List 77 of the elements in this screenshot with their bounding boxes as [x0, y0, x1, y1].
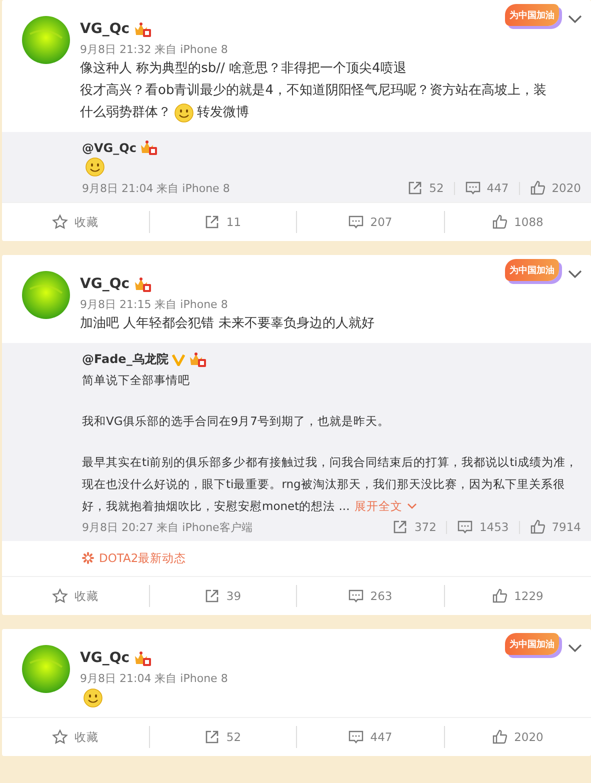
- repost-count[interactable]: 372: [392, 519, 436, 535]
- post-time: 9月8日 21:04 来自 iPhone 8: [80, 671, 229, 686]
- event-badge: 为中国加油: [505, 633, 559, 655]
- favorite-button[interactable]: 收藏: [52, 214, 98, 230]
- retweet-author[interactable]: @VG_Qc: [82, 140, 136, 154]
- thumbs-up-icon: [530, 519, 546, 535]
- sparkle-icon: [82, 552, 94, 564]
- comment-icon: [348, 214, 364, 230]
- like-button[interactable]: 2020: [492, 729, 544, 745]
- thumbs-up-icon: [492, 214, 508, 230]
- comment-icon: [348, 729, 364, 745]
- retweet-time: 9月8日 20:27 来自 iPhone客户端: [82, 520, 252, 534]
- chevron-down-icon[interactable]: [567, 643, 583, 653]
- retweet-author[interactable]: @Fade_乌龙院: [82, 351, 168, 368]
- event-badge: 为中国加油: [505, 259, 559, 281]
- author-name[interactable]: VG_Qc: [80, 21, 130, 37]
- comment-icon: [348, 588, 364, 604]
- chevron-down-icon[interactable]: [567, 269, 583, 279]
- comment-count[interactable]: 447: [464, 180, 509, 196]
- smiley-icon: [85, 157, 105, 177]
- post-text: 转发微博: [197, 104, 249, 122]
- comment-icon: [457, 519, 474, 535]
- post-text: 役才高兴？看ob青训最少的就是4，不知道阴阳怪气尼玛呢？资方站在高坡上，装: [80, 82, 546, 100]
- favorite-button[interactable]: 收藏: [52, 588, 98, 604]
- repost-button[interactable]: 39: [204, 588, 242, 604]
- avatar[interactable]: [22, 271, 70, 319]
- star-icon: [52, 214, 68, 230]
- post-text: 现在也没什么好说的，眼下ti最重要。rng被淘汰那天，我们那天没比赛，因为私下里关系很: [82, 476, 565, 492]
- comment-button[interactable]: 207: [348, 214, 392, 230]
- share-icon: [204, 729, 220, 745]
- post-text: 好，我就抱着抽烟吹比，安慰安慰monet的想法 ...: [82, 498, 350, 514]
- event-badge: 为中国加油: [505, 4, 559, 26]
- smiley-icon: [174, 103, 194, 123]
- post-text: 什么弱势群体？: [80, 104, 171, 122]
- post-text: 最早其实在ti前别的俱乐部多少都有接触过我，问我合同结束后的打算，我都说以ti成绩为准，: [82, 454, 578, 470]
- star-icon: [52, 729, 68, 745]
- share-icon: [204, 214, 220, 230]
- thumbs-up-icon: [492, 588, 508, 604]
- expand-link[interactable]: 展开全文: [354, 498, 417, 514]
- like-count[interactable]: 7914: [530, 519, 581, 535]
- like-button[interactable]: 1229: [492, 588, 544, 604]
- post-time: 9月8日 21:32 来自 iPhone 8: [80, 42, 229, 57]
- crown-icon: [189, 352, 206, 367]
- author-name[interactable]: VG_Qc: [80, 276, 130, 292]
- post-text: 简单说下全部事情吧: [82, 372, 190, 388]
- avatar[interactable]: [22, 645, 70, 693]
- post-text: 加油吧 人年轻都会犯错 未来不要辜负身边的人就好: [80, 315, 374, 333]
- crown-icon: [134, 22, 151, 36]
- share-icon: [204, 588, 220, 604]
- avatar[interactable]: [22, 16, 70, 64]
- comment-count[interactable]: 1453: [457, 519, 509, 535]
- comment-icon: [464, 180, 481, 196]
- like-count[interactable]: 2020: [530, 180, 581, 196]
- post-time: 9月8日 21:15 来自 iPhone 8: [80, 297, 229, 312]
- comment-button[interactable]: 447: [348, 729, 392, 745]
- post-text: 像这种人 称为典型的sb// 啥意思？非得把一个顶尖4喷退: [80, 60, 406, 78]
- comment-button[interactable]: 263: [348, 588, 392, 604]
- repost-button[interactable]: 11: [204, 214, 242, 230]
- star-icon: [52, 588, 68, 604]
- crown-icon: [134, 650, 151, 666]
- chevron-down-icon: [406, 502, 417, 510]
- thumbs-up-icon: [492, 729, 508, 745]
- crown-icon: [140, 140, 158, 155]
- like-button[interactable]: 1088: [492, 214, 544, 230]
- share-icon: [407, 180, 424, 196]
- repost-button[interactable]: 52: [204, 729, 242, 745]
- author-name[interactable]: VG_Qc: [80, 650, 130, 666]
- repost-count[interactable]: 52: [407, 180, 444, 196]
- retweet-time: 9月8日 21:04 来自 iPhone 8: [82, 180, 230, 196]
- thumbs-up-icon: [530, 180, 546, 196]
- favorite-button[interactable]: 收藏: [52, 729, 98, 745]
- share-icon: [392, 519, 408, 535]
- post-text: 我和VG俱乐部的选手合同在9月7号到期了，也就是昨天。: [82, 414, 390, 428]
- smiley-icon: [83, 688, 103, 708]
- crown-icon: [134, 276, 151, 292]
- chevron-down-icon[interactable]: [567, 14, 583, 24]
- topic-link[interactable]: DOTA2最新动态: [82, 550, 186, 566]
